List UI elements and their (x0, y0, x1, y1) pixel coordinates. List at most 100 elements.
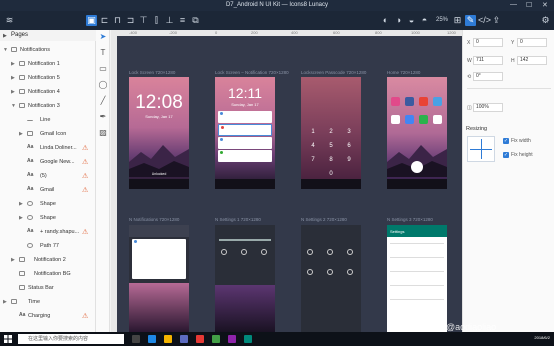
boolean-intersect-icon[interactable]: ◒ (406, 15, 417, 26)
artboard-label[interactable]: Lock Screen 720×1280 (129, 70, 175, 75)
chevron-right-icon[interactable]: ▶ (19, 201, 23, 207)
wifi-tile-icon[interactable] (221, 249, 227, 255)
warning-icon[interactable]: ⚠ (82, 172, 88, 180)
artboard-lock-passcode[interactable]: 1 2 3 4 5 6 7 8 9 0 (301, 77, 361, 189)
fix-height-checkbox[interactable]: ✓ (503, 152, 509, 158)
layer-item[interactable]: Aa Linda Doliner... ⚠ (0, 141, 96, 155)
warning-icon[interactable]: ⚠ (82, 158, 88, 166)
layer-item[interactable]: ▼ Notification 3 (0, 99, 96, 113)
chevron-down-icon[interactable]: ▼ (11, 103, 16, 109)
preview-icon[interactable]: ⊞ (452, 15, 463, 26)
chevron-right-icon[interactable]: ▶ (11, 75, 15, 81)
layer-item[interactable]: ▼ Notifications (0, 43, 96, 57)
app-icon[interactable] (212, 335, 220, 343)
pin-key[interactable]: 1 (305, 129, 321, 135)
pin-key[interactable]: 2 (323, 129, 339, 135)
pin-key[interactable]: 7 (305, 157, 321, 163)
drive-app-icon[interactable] (433, 115, 442, 124)
pin-key[interactable]: 9 (341, 157, 357, 163)
facebook-app-icon[interactable] (405, 97, 414, 106)
text-tool-icon[interactable]: T (98, 48, 108, 58)
layer-item[interactable]: ▶ Notification 4 (0, 85, 96, 99)
boolean-subtract-icon[interactable]: ◑ (393, 15, 404, 26)
code-icon[interactable]: </> (478, 15, 491, 26)
pages-header[interactable]: ▶ Pages (0, 30, 96, 41)
pin-key[interactable]: 5 (323, 143, 339, 149)
layer-item[interactable]: ▶ Shape (0, 197, 96, 211)
layer-item[interactable]: Line (0, 113, 96, 127)
export-icon[interactable]: ⇪ (491, 15, 502, 26)
image-tool-icon[interactable]: ▨ (98, 128, 108, 138)
app-icon[interactable] (228, 335, 236, 343)
pen-tool-icon[interactable]: ✒ (98, 112, 108, 122)
maps-app-icon[interactable] (419, 115, 428, 124)
edge-browser-icon[interactable] (148, 335, 156, 343)
align-middle-icon[interactable]: ⫿ (151, 15, 162, 26)
layer-item[interactable]: Aa Gmail ⚠ (0, 183, 96, 197)
app-drawer-icon[interactable] (411, 161, 423, 173)
chevron-down-icon[interactable]: ▼ (3, 47, 8, 53)
artboard-label[interactable]: N Settings 1 720×1280 (215, 217, 261, 222)
warning-icon[interactable]: ⚠ (82, 186, 88, 194)
layer-item[interactable]: Status Bar (0, 281, 96, 295)
artboard-label[interactable]: N Settings 3 720×1280 (387, 217, 433, 222)
artboard-lock-notification[interactable]: 12:11 Sunday, Jan 17 (215, 77, 275, 189)
notification-card-selected[interactable] (218, 124, 272, 136)
x-field[interactable]: 0 (473, 38, 503, 47)
store-icon[interactable] (180, 335, 188, 343)
notification-card[interactable] (132, 239, 186, 279)
zoom-level[interactable]: 25% (436, 17, 448, 23)
task-view-icon[interactable] (132, 335, 140, 343)
windows-start-icon[interactable] (4, 335, 12, 343)
layer-item[interactable]: Aa (5) ⚠ (0, 169, 96, 183)
rotation-field[interactable]: 0° (473, 72, 503, 81)
layer-item[interactable]: Aa Google New... ⚠ (0, 155, 96, 169)
pin-key[interactable]: 6 (341, 143, 357, 149)
minimize-button[interactable]: — (510, 1, 517, 8)
notification-card[interactable] (218, 150, 272, 162)
dnd-tile-icon[interactable] (261, 249, 267, 255)
tile-icon[interactable] (307, 269, 313, 275)
width-field[interactable]: 711 (473, 56, 503, 65)
file-explorer-icon[interactable] (164, 335, 172, 343)
layer-item[interactable]: Notification BG (0, 267, 96, 281)
artboard-n-settings-1[interactable] (215, 225, 275, 332)
artboard-label[interactable]: N Notifications 720×1280 (129, 217, 179, 222)
taskbar-search-input[interactable]: 在这里输入你要搜索的内容 (18, 334, 124, 344)
y-field[interactable]: 0 (517, 38, 547, 47)
docs-app-icon[interactable] (405, 115, 414, 124)
layer-item[interactable]: ▶ Gmail Icon (0, 127, 96, 141)
layer-item[interactable]: ▶ Shape (0, 211, 96, 225)
layer-item[interactable]: ▶ Time (0, 295, 96, 309)
opacity-field[interactable]: 100% (473, 103, 503, 112)
artboard-label[interactable]: Home 720×1280 (387, 70, 420, 75)
artboard-n-settings-2[interactable] (301, 225, 361, 332)
boolean-union-icon[interactable]: ◐ (380, 15, 391, 26)
layer-item[interactable]: Aa Charging ⚠ (0, 309, 96, 323)
chevron-right-icon[interactable]: ▶ (11, 89, 15, 95)
group-icon[interactable]: ⧉ (190, 15, 201, 26)
align-right-icon[interactable]: ⊐ (125, 15, 136, 26)
close-button[interactable]: ✕ (542, 1, 548, 9)
tile-icon[interactable] (347, 269, 353, 275)
taskbar-date[interactable]: 2018/6/2 (510, 335, 550, 340)
tile-icon[interactable] (327, 269, 333, 275)
lunacy-app-icon[interactable] (244, 335, 252, 343)
resizing-pin-widget[interactable] (467, 136, 495, 162)
chrome-app-icon[interactable] (419, 97, 428, 106)
artboard-label[interactable]: Lock Screen – Notification 720×1280 (215, 70, 289, 75)
weather-app-icon[interactable] (433, 97, 442, 106)
chevron-right-icon[interactable]: ▶ (3, 299, 7, 305)
tile-icon[interactable] (307, 249, 313, 255)
artboard-lock-screen[interactable]: 12:08 Sunday, Jan 17 Unlocked (129, 77, 189, 189)
artboard-label[interactable]: N Settings 2 720×1280 (301, 217, 347, 222)
design-canvas[interactable]: -400 -200 0 200 400 600 800 1000 1200 Lo… (111, 30, 462, 332)
tile-icon[interactable] (327, 249, 333, 255)
chevron-right-icon[interactable]: ▶ (11, 257, 15, 263)
layer-item[interactable]: Aa + randy.shapu... ⚠ (0, 225, 96, 239)
artboard-home[interactable] (387, 77, 447, 189)
app-icon[interactable] (196, 335, 204, 343)
line-tool-icon[interactable]: ╱ (98, 96, 108, 106)
notification-card[interactable] (218, 111, 272, 123)
pin-key[interactable]: 0 (323, 171, 339, 177)
